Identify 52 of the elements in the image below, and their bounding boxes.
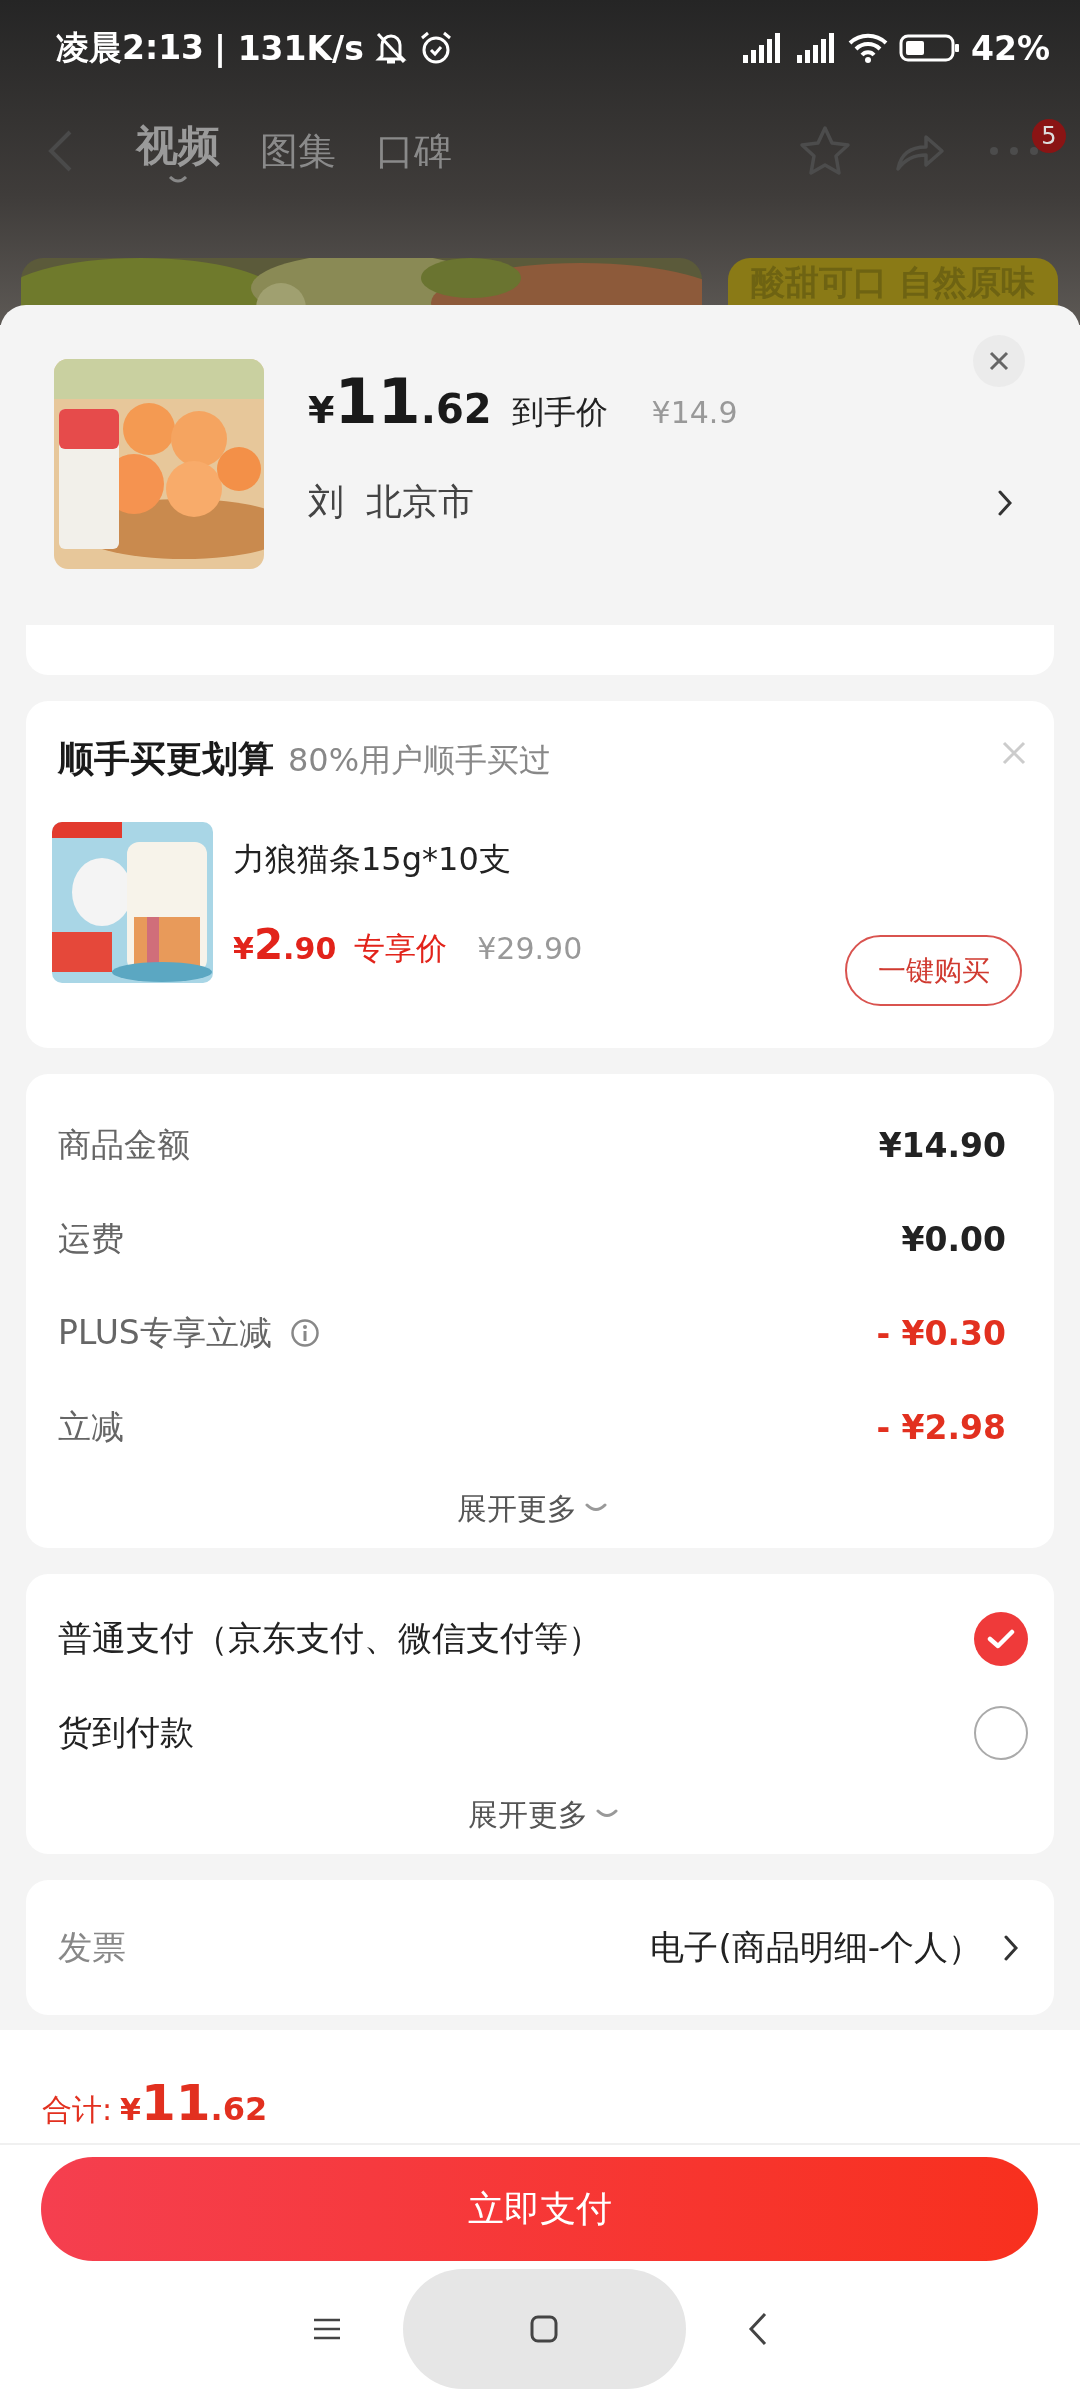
- pay-now-button[interactable]: 立即支付: [41, 2157, 1038, 2261]
- battery-icon: [899, 33, 961, 63]
- radio-button[interactable]: [974, 1706, 1028, 1760]
- chevron-right-icon: [1004, 1934, 1018, 1961]
- bell-muted-icon: [373, 30, 408, 66]
- wifi-icon: [847, 32, 889, 64]
- battery-level: 42%: [971, 28, 1050, 68]
- addon-product-name: 力狼猫条15g*10支: [233, 839, 512, 880]
- payment-option[interactable]: 货到付款: [58, 1710, 194, 1756]
- recipient-name: 刘: [308, 480, 344, 524]
- amount-value: - ¥0.30: [876, 1313, 1006, 1353]
- price-label: 到手价: [511, 392, 608, 433]
- amount-value: - ¥2.98: [876, 1407, 1006, 1447]
- close-icon[interactable]: [1002, 741, 1026, 765]
- info-icon[interactable]: [289, 1318, 320, 1348]
- amount-label: 商品金额: [58, 1123, 190, 1166]
- square-icon: [530, 2314, 558, 2343]
- status-time: 凌晨2:13: [56, 26, 205, 69]
- price-label: 专享价: [354, 929, 448, 968]
- original-price: ¥14.9: [651, 395, 738, 430]
- amount-value: ¥14.90: [878, 1125, 1006, 1165]
- one-click-buy-button[interactable]: 一键购买: [845, 935, 1022, 1006]
- invoice-label: 发票: [58, 1925, 126, 1969]
- network-speed: | 131K/s: [214, 28, 364, 68]
- amount-label: 运费: [58, 1217, 124, 1260]
- menu-icon[interactable]: [312, 2317, 341, 2340]
- total-label: 合计:: [42, 2091, 113, 2129]
- radio-button[interactable]: [974, 1612, 1028, 1666]
- payment-option[interactable]: 普通支付（京东支付、微信支付等）: [58, 1616, 602, 1662]
- check-icon: [987, 1628, 1015, 1650]
- expand-more-button[interactable]: 展开更多: [58, 1474, 1006, 1544]
- address-city: 北京市: [366, 480, 474, 524]
- addon-price: ¥2.90: [233, 920, 337, 969]
- deal-price: ¥11.62: [308, 365, 492, 438]
- total-price: ¥11.62: [120, 2074, 268, 2132]
- close-icon: [988, 350, 1010, 372]
- addon-subtitle: 80%用户顺手买过: [288, 740, 552, 781]
- nav-tab[interactable]: 视频: [136, 118, 220, 184]
- amount-label: PLUS专享立减: [58, 1311, 272, 1354]
- tab-indicator-icon: [168, 176, 188, 184]
- chevron-right-icon: [998, 489, 1012, 516]
- addon-title: 顺手买更划算: [58, 737, 274, 781]
- star-icon[interactable]: [798, 125, 852, 177]
- original-price: ¥29.90: [477, 931, 583, 966]
- more-icon[interactable]: [988, 145, 1040, 157]
- amount-label: 立减: [58, 1405, 124, 1448]
- expand-more-button[interactable]: 展开更多: [58, 1780, 1028, 1850]
- amount-value: ¥0.00: [901, 1219, 1006, 1259]
- close-button[interactable]: [973, 335, 1025, 387]
- back-icon[interactable]: [747, 2311, 768, 2346]
- notification-badge: 5: [1032, 119, 1066, 153]
- invoice-value[interactable]: 电子(商品明细-个人）: [650, 1924, 982, 1971]
